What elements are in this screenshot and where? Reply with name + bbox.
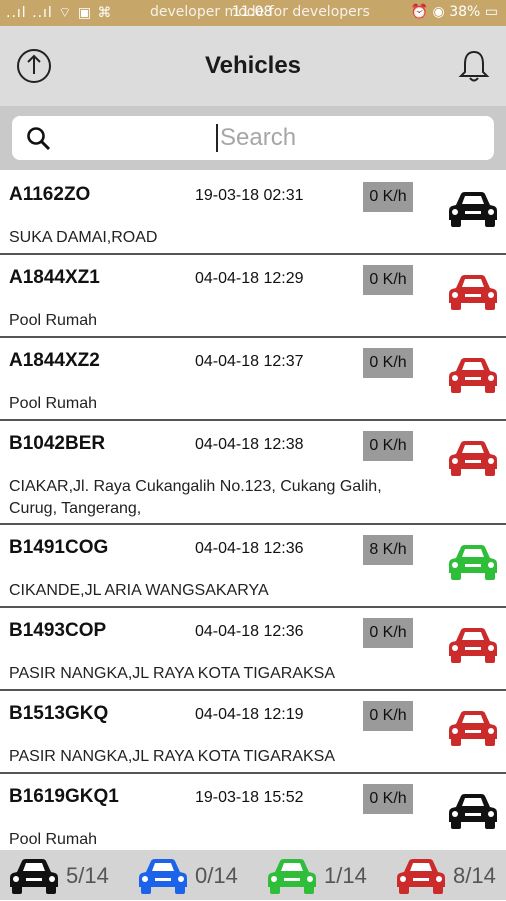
page-title: Vehicles xyxy=(204,52,302,79)
bell-icon[interactable] xyxy=(455,47,493,85)
vehicle-address: PASIR NANGKA,JL RAYA KOTA TIGARAKSA xyxy=(9,665,336,682)
last-update-time: 04-04-18 12:38 xyxy=(195,436,304,453)
vehicle-row[interactable]: B1493COP 04-04-18 12:36 0 K/h PASIR NANGKA,… xyxy=(0,608,506,691)
battery-indicator: ⏰ ◉ 38% ▭ xyxy=(410,4,498,20)
vehicle-row[interactable]: B1042BER 04-04-18 12:38 0 K/h CIAKAR,Jl. Ra… xyxy=(0,421,506,525)
car-status-icon xyxy=(447,355,499,395)
last-update-time: 04-04-18 12:19 xyxy=(195,706,304,723)
speed-badge: 0 K/h xyxy=(363,182,413,212)
car-status-icon xyxy=(447,708,499,748)
last-update-time: 04-04-18 12:36 xyxy=(195,540,304,557)
status-count-label: 8/14 xyxy=(453,863,496,888)
car-status-icon xyxy=(447,438,499,478)
speed-badge: 0 K/h xyxy=(363,265,413,295)
status-count-green[interactable]: 1/14 xyxy=(266,854,386,896)
vehicle-address: PASIR NANGKA,JL RAYA KOTA TIGARAKSA xyxy=(9,748,336,765)
vehicle-address: SUKA DAMAI,ROAD xyxy=(9,229,158,246)
battery-level: 38% xyxy=(449,4,481,20)
last-update-time: 19-03-18 02:31 xyxy=(195,187,304,204)
status-summary-bar: 5/14 0/14 1/14 8/14 xyxy=(0,850,506,900)
car-green-icon xyxy=(266,856,318,896)
status-count-label: 5/14 xyxy=(66,863,109,888)
status-count-blue[interactable]: 0/14 xyxy=(137,854,257,896)
status-count-label: 0/14 xyxy=(195,863,238,888)
car-black-icon xyxy=(8,856,60,896)
last-update-time: 04-04-18 12:37 xyxy=(195,353,304,370)
car-status-icon xyxy=(447,189,499,229)
app-bar: Vehicles xyxy=(0,26,506,106)
speed-badge: 8 K/h xyxy=(363,535,413,565)
speed-badge: 0 K/h xyxy=(363,348,413,378)
speed-badge: 0 K/h xyxy=(363,784,413,814)
vehicle-row[interactable]: A1162ZO 19-03-18 02:31 0 K/h SUKA DAMAI,ROA… xyxy=(0,172,506,255)
speed-badge: 0 K/h xyxy=(363,431,413,461)
vehicle-plate: B1491COG xyxy=(9,537,109,558)
vehicle-row[interactable]: B1513GKQ 04-04-18 12:19 0 K/h PASIR NANGKA,… xyxy=(0,691,506,774)
last-update-time: 04-04-18 12:36 xyxy=(195,623,304,640)
car-status-icon xyxy=(447,542,499,582)
car-blue-icon xyxy=(137,856,189,896)
speed-badge: 0 K/h xyxy=(363,618,413,648)
car-red-icon xyxy=(395,856,447,896)
vehicle-address: CIAKAR,Jl. Raya Cukangalih No.123, Cukan… xyxy=(9,478,382,517)
vehicle-plate: B1493COP xyxy=(9,620,107,641)
car-status-icon xyxy=(447,625,499,665)
vehicle-plate: A1162ZO xyxy=(9,184,91,205)
status-count-label: 1/14 xyxy=(324,863,367,888)
search-container: Search xyxy=(0,106,506,170)
search-icon xyxy=(26,126,52,152)
last-update-time: 04-04-18 12:29 xyxy=(195,270,304,287)
vehicle-row[interactable]: B1491COG 04-04-18 12:36 8 K/h CIKANDE,JL AR… xyxy=(0,525,506,608)
vehicle-plate: B1513GKQ xyxy=(9,703,109,724)
vehicle-plate: B1042BER xyxy=(9,433,106,454)
vehicle-plate: B1619GKQ1 xyxy=(9,786,119,807)
vehicle-plate: A1844XZ1 xyxy=(9,267,100,288)
vehicle-row[interactable]: B1619GKQ1 19-03-18 15:52 0 K/h Pool Rumah xyxy=(0,774,506,850)
vehicle-address: Pool Rumah xyxy=(9,312,98,329)
status-bar: ..ıl ..ıl ⌔ ▣ ⌘ developer mode for devel… xyxy=(0,0,506,26)
vehicle-plate: A1844XZ2 xyxy=(9,350,100,371)
status-time: 11:08 xyxy=(232,4,273,20)
status-left-icons: ..ıl ..ıl ⌔ ▣ ⌘ xyxy=(6,5,113,21)
vehicle-address: Pool Rumah xyxy=(9,395,98,412)
vehicle-row[interactable]: A1844XZ1 04-04-18 12:29 0 K/h Pool Rumah xyxy=(0,255,506,338)
last-update-time: 19-03-18 15:52 xyxy=(195,789,304,806)
car-status-icon xyxy=(447,272,499,312)
vehicle-row[interactable]: A1844XZ2 04-04-18 12:37 0 K/h Pool Rumah xyxy=(0,338,506,421)
car-status-icon xyxy=(447,791,499,831)
search-placeholder: Search xyxy=(216,124,296,152)
vehicle-address: CIKANDE,JL ARIA WANGSAKARYA xyxy=(9,582,269,599)
speed-badge: 0 K/h xyxy=(363,701,413,731)
vehicle-address: Pool Rumah xyxy=(9,831,98,848)
vehicle-list[interactable]: A1162ZO 19-03-18 02:31 0 K/h SUKA DAMAI,ROA… xyxy=(0,172,506,850)
search-input[interactable]: Search xyxy=(12,116,494,160)
status-count-black[interactable]: 5/14 xyxy=(8,854,128,896)
status-count-red[interactable]: 8/14 xyxy=(395,854,506,896)
